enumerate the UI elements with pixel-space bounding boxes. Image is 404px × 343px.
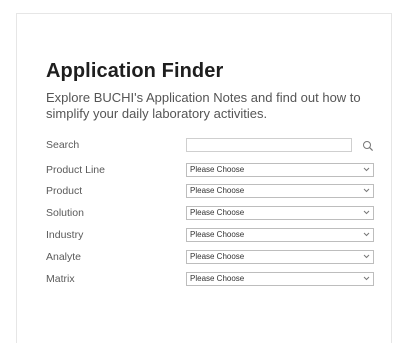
- analyte-selected: Please Choose: [190, 252, 245, 261]
- product-selected: Please Choose: [190, 186, 245, 195]
- filter-row-product: Product Please Choose: [46, 184, 376, 200]
- chevron-down-icon: [363, 167, 370, 172]
- filter-row-matrix: Matrix Please Choose: [46, 272, 376, 288]
- product-line-select[interactable]: Please Choose: [186, 163, 374, 177]
- matrix-selected: Please Choose: [190, 274, 245, 283]
- chevron-down-icon: [363, 210, 370, 215]
- filter-label-product-line: Product Line: [46, 164, 105, 176]
- filter-label-product: Product: [46, 185, 83, 197]
- search-row: Search: [46, 138, 376, 154]
- filter-label-solution: Solution: [46, 207, 84, 219]
- industry-select[interactable]: Please Choose: [186, 228, 374, 242]
- chevron-down-icon: [363, 188, 370, 193]
- matrix-select[interactable]: Please Choose: [186, 272, 374, 286]
- filter-row-product-line: Product Line Please Choose: [46, 163, 376, 179]
- filter-label-matrix: Matrix: [46, 273, 75, 285]
- filter-label-industry: Industry: [46, 229, 84, 241]
- search-icon[interactable]: [362, 140, 374, 152]
- product-select[interactable]: Please Choose: [186, 184, 374, 198]
- solution-selected: Please Choose: [190, 208, 245, 217]
- industry-selected: Please Choose: [190, 230, 245, 239]
- chevron-down-icon: [363, 276, 370, 281]
- filter-label-analyte: Analyte: [46, 251, 82, 263]
- page-title: Application Finder: [46, 60, 224, 82]
- page-subtitle: Explore BUCHI's Application Notes and fi…: [46, 90, 361, 121]
- analyte-select[interactable]: Please Choose: [186, 250, 374, 264]
- filter-row-analyte: Analyte Please Choose: [46, 250, 376, 266]
- filter-row-industry: Industry Please Choose: [46, 228, 376, 244]
- search-label: Search: [46, 139, 80, 151]
- filter-row-solution: Solution Please Choose: [46, 206, 376, 222]
- chevron-down-icon: [363, 232, 370, 237]
- solution-select[interactable]: Please Choose: [186, 206, 374, 220]
- product-line-selected: Please Choose: [190, 165, 245, 174]
- chevron-down-icon: [363, 254, 370, 259]
- search-input[interactable]: [186, 138, 352, 152]
